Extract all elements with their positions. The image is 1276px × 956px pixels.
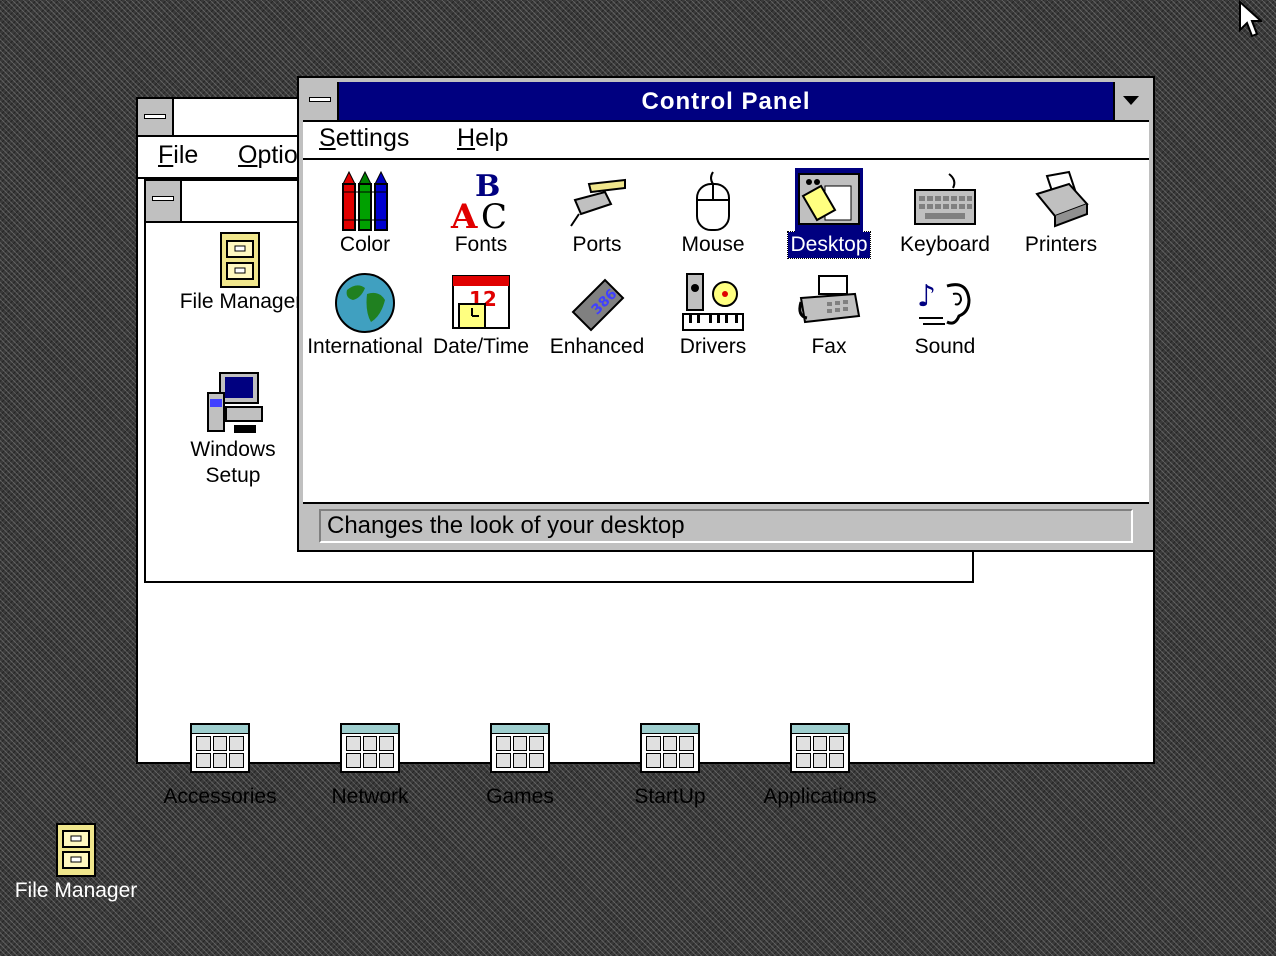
group-accessories[interactable]: Accessories: [150, 723, 290, 809]
drivers-icon: [681, 272, 745, 334]
fonts-icon: B A C: [449, 169, 513, 237]
menu-options-rest: ptio: [257, 141, 298, 169]
group-accessories-label: Accessories: [163, 785, 277, 808]
mouse-pointer-icon: [1238, 0, 1264, 45]
group-network-label: Network: [331, 785, 409, 808]
mouse-icon: [681, 170, 745, 232]
menu-settings-rest: ettings: [335, 124, 410, 152]
datetime-applet[interactable]: 12 Date/Time: [421, 272, 541, 360]
svg-text:A: A: [450, 197, 478, 232]
enhanced-applet[interactable]: 386 Enhanced: [537, 272, 657, 360]
port-connector-icon: [565, 170, 629, 232]
control-panel-menubar: Settings Help: [303, 122, 1149, 160]
desktop-applet[interactable]: Desktop: [769, 168, 889, 259]
keyboard-applet[interactable]: Keyboard: [885, 170, 1005, 258]
fax-icon: [797, 272, 861, 334]
printers-label: Printers: [1024, 233, 1098, 256]
down-arrow-icon: [1123, 96, 1139, 105]
desktop-icon: [795, 168, 863, 234]
sound-label: Sound: [914, 335, 976, 358]
group-games[interactable]: Games: [450, 723, 590, 809]
printers-applet[interactable]: Printers: [1001, 170, 1121, 258]
group-network[interactable]: Network: [300, 723, 440, 809]
international-label: International: [307, 335, 423, 358]
chip-386-icon: 386: [565, 272, 629, 334]
international-applet[interactable]: International: [305, 272, 425, 360]
drivers-label: Drivers: [679, 335, 747, 358]
menu-help-rest: elp: [475, 124, 509, 152]
file-manager-label: File Manager: [179, 290, 303, 313]
program-group-icon: [340, 723, 400, 773]
mouse-label: Mouse: [681, 233, 745, 256]
color-label: Color: [339, 233, 391, 256]
sound-applet[interactable]: ♪ Sound: [885, 272, 1005, 360]
group-startup[interactable]: StartUp: [600, 723, 740, 809]
menu-file[interactable]: File: [158, 141, 198, 170]
file-manager-program-icon[interactable]: File Manager: [166, 231, 316, 315]
menu-file-rest: ile: [173, 141, 199, 169]
group-games-label: Games: [486, 785, 554, 808]
status-text: Changes the look of your desktop: [327, 512, 685, 539]
menu-options[interactable]: Optio: [238, 141, 298, 170]
group-applications[interactable]: Applications: [750, 723, 890, 809]
svg-text:C: C: [481, 197, 507, 232]
control-panel-titlebar[interactable]: Control Panel: [303, 82, 1149, 122]
window-title: Control Panel: [641, 88, 811, 115]
windows-setup-label-line1: Windows: [190, 438, 276, 461]
group-applications-label: Applications: [763, 785, 877, 808]
status-text-panel: Changes the look of your desktop: [319, 509, 1133, 543]
ports-applet[interactable]: Ports: [537, 170, 657, 258]
color-applet[interactable]: Color: [305, 170, 425, 258]
windows-setup-program-icon[interactable]: Windows Setup: [168, 371, 298, 489]
globe-icon: [333, 272, 397, 334]
keyboard-icon: [913, 170, 977, 232]
file-manager-desktop-icon[interactable]: File Manager: [6, 822, 146, 904]
control-panel-window[interactable]: Control Panel Settings Help Color B A C …: [297, 76, 1155, 552]
system-menu-icon: [144, 114, 166, 119]
file-manager-desktop-label: File Manager: [14, 879, 138, 902]
minimize-button[interactable]: [1113, 82, 1149, 120]
program-group-icon: [790, 723, 850, 773]
control-panel-client: Color B A C Fonts Ports Mouse Desktop Ke…: [303, 160, 1149, 502]
file-cabinet-icon: [217, 231, 265, 289]
fax-applet[interactable]: Fax: [769, 272, 889, 360]
sound-ear-icon: ♪: [913, 272, 977, 334]
menu-settings[interactable]: Settings: [319, 124, 409, 153]
datetime-label: Date/Time: [432, 335, 530, 358]
program-group-icon: [190, 723, 250, 773]
svg-text:♪: ♪: [917, 279, 936, 314]
windows-setup-label-line2: Setup: [205, 464, 261, 487]
system-menu-button[interactable]: [138, 99, 174, 135]
drivers-applet[interactable]: Drivers: [653, 272, 773, 360]
system-menu-icon: [152, 196, 174, 201]
group-startup-label: StartUp: [634, 785, 706, 808]
fax-label: Fax: [811, 335, 847, 358]
calendar-clock-icon: 12: [449, 272, 513, 334]
fonts-applet[interactable]: B A C Fonts: [421, 169, 541, 258]
desktop-label: Desktop: [787, 231, 871, 259]
main-group-system-menu-button[interactable]: [146, 181, 182, 221]
fonts-label: Fonts: [454, 233, 508, 256]
computer-setup-icon: [200, 371, 266, 437]
menu-help[interactable]: Help: [457, 124, 508, 153]
ports-label: Ports: [572, 233, 622, 256]
mouse-applet[interactable]: Mouse: [653, 170, 773, 258]
program-group-icon: [640, 723, 700, 773]
crayons-icon: [333, 170, 397, 232]
enhanced-label: Enhanced: [549, 335, 645, 358]
status-bar: Changes the look of your desktop: [303, 502, 1149, 548]
keyboard-label: Keyboard: [900, 233, 990, 256]
file-cabinet-icon: [54, 822, 98, 878]
program-group-icon: [490, 723, 550, 773]
printer-icon: [1029, 170, 1093, 232]
